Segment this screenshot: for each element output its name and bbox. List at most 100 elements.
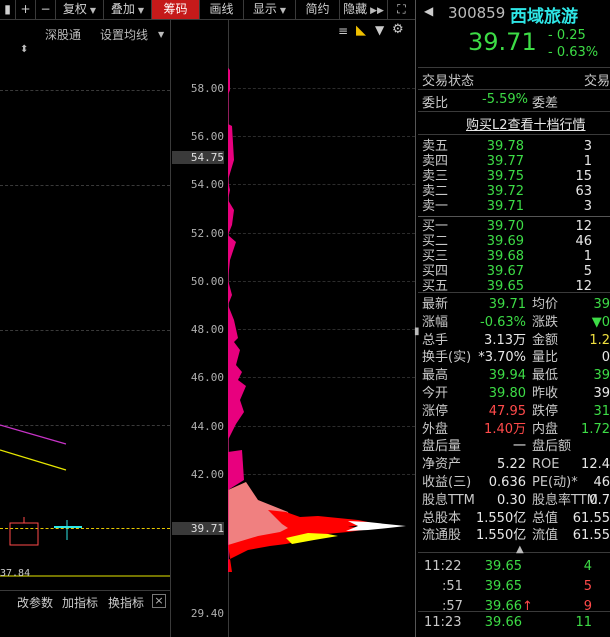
- ma-line-magenta: [0, 424, 67, 445]
- price-tick: 42.00: [190, 468, 224, 481]
- stat-label: 净资产: [422, 457, 462, 473]
- prev-stock-icon[interactable]: ◀: [424, 4, 433, 18]
- stock-code: 300859: [448, 4, 506, 22]
- stat-label: 流值: [532, 528, 559, 544]
- high-price-tick: 54.75: [172, 151, 224, 164]
- current-price-tick: 39.71: [172, 522, 224, 535]
- stat-value: 0.7: [589, 492, 610, 508]
- stat-row: 最高 39.94 最低 39: [418, 367, 610, 385]
- stat-label: 盘后量: [422, 439, 462, 455]
- stat-label: 总手: [422, 332, 449, 348]
- stat-row: 总股本 1.550亿 总值 61.55: [418, 510, 610, 528]
- stat-value: 0.30: [497, 492, 526, 508]
- price-tick: 48.00: [190, 323, 224, 336]
- stat-value: 47.95: [488, 403, 526, 419]
- stat-value: 3.13万: [484, 332, 526, 348]
- divider: [418, 552, 610, 553]
- collapse-icon[interactable]: ▲: [516, 544, 524, 555]
- stat-row: 换手(实) *3.70% 量比 0: [418, 349, 610, 367]
- hide-label: 隐藏: [343, 2, 368, 16]
- ma-line-yellow: [0, 449, 67, 471]
- divider: [418, 216, 610, 217]
- edit-params-button[interactable]: 改参数: [17, 594, 53, 611]
- stat-label: 昨收: [532, 386, 559, 401]
- current-price: 39.71: [468, 28, 537, 56]
- l2-upgrade-link[interactable]: 购买L2查看十档行情: [466, 114, 586, 133]
- add-indicator-button[interactable]: 加指标: [62, 594, 98, 611]
- stat-row: 收益(三) 0.636 PE(动)* 46: [418, 474, 610, 492]
- level-label: 买五: [422, 279, 449, 294]
- sell-level-row[interactable]: 卖一 39.71 3: [418, 198, 610, 216]
- level-price: 39.65: [486, 279, 524, 294]
- stat-value: ▼0: [591, 314, 610, 330]
- level-volume: 12: [575, 279, 592, 294]
- weibi-label: 委比: [422, 96, 449, 111]
- stat-label: 总股本: [422, 510, 462, 526]
- overlay-label: 叠加: [110, 2, 135, 16]
- stat-label: 最新: [422, 297, 449, 312]
- chip-button[interactable]: 筹码: [152, 0, 200, 19]
- chip-distribution-svg: [228, 68, 406, 572]
- panel-icon[interactable]: ▮: [0, 0, 16, 19]
- draw-line-button[interactable]: 画线: [200, 0, 244, 19]
- price-tick: 54.00: [190, 178, 224, 191]
- fullscreen-icon[interactable]: ⛶: [388, 0, 415, 19]
- divider: [418, 611, 610, 612]
- price-tick: 29.40: [190, 607, 224, 620]
- quote-panel: ◀ 300859 西域旅游 39.71 - 0.25 - 0.63% 交易状态 …: [414, 0, 610, 637]
- stat-value: 1.550亿: [476, 510, 527, 526]
- draw-line-label: 画线: [209, 2, 234, 16]
- stat-value: 1.72: [581, 421, 610, 437]
- expand-handle-icon[interactable]: ▮: [414, 326, 420, 337]
- stat-row: 最新 39.71 均价 39: [418, 296, 610, 314]
- divider: [418, 111, 610, 112]
- chevron-down-icon: ▼: [279, 6, 287, 15]
- stat-label: 盘后额: [532, 439, 572, 455]
- tick-volume: 4: [583, 559, 592, 574]
- stock-name: 西域旅游: [510, 7, 578, 27]
- stat-label: 换手(实): [422, 350, 472, 366]
- tick-time: :51: [442, 579, 463, 594]
- tick-row: :51 39.65 5: [418, 578, 610, 596]
- zoom-out-button[interactable]: −: [36, 0, 56, 19]
- chevron-down-icon: ▼: [137, 6, 145, 15]
- stat-row: 涨幅 -0.63% 涨跌 ▼0: [418, 314, 610, 332]
- stat-row: 股息TTM 0.30 股息率TTM 0.7: [418, 492, 610, 510]
- stat-value: 1.40万: [484, 421, 526, 437]
- price-change: - 0.25: [548, 28, 586, 43]
- switch-indicator-button[interactable]: 换指标: [108, 594, 144, 611]
- weicha-label: 委差: [532, 96, 559, 111]
- tick-volume: 11: [575, 615, 592, 630]
- fast-forward-icon: ▶▶: [370, 6, 384, 16]
- fuquan-menu[interactable]: 复权 ▼: [56, 0, 104, 19]
- close-icon[interactable]: ×: [152, 594, 166, 608]
- stat-label: 总值: [532, 510, 559, 526]
- simple-button[interactable]: 简约: [296, 0, 340, 19]
- zoom-in-button[interactable]: +: [16, 0, 36, 19]
- stat-value: 39.80: [488, 386, 526, 401]
- stat-label: 今开: [422, 386, 449, 401]
- level-price: 39.71: [486, 199, 524, 214]
- trade-status-label: 交易状态: [422, 74, 475, 89]
- display-menu[interactable]: 显示 ▼: [244, 0, 296, 19]
- divider: [418, 67, 610, 68]
- stat-row: 今开 39.80 昨收 39: [418, 385, 610, 403]
- stat-value: 39.71: [488, 297, 526, 312]
- stat-row: 净资产 5.22 ROE 12.4: [418, 456, 610, 474]
- overlay-menu[interactable]: 叠加 ▼: [104, 0, 152, 19]
- hide-button[interactable]: 隐藏 ▶▶: [340, 0, 388, 19]
- tick-price: 39.65: [484, 559, 522, 574]
- stat-label: 最高: [422, 368, 449, 384]
- stat-value: 12.4: [581, 457, 610, 473]
- candle-red: [9, 522, 39, 546]
- stat-label: PE(动)*: [532, 475, 578, 490]
- level-volume: 3: [583, 199, 592, 214]
- chevron-down-icon: ▼: [89, 6, 97, 15]
- price-tick: 58.00: [190, 82, 224, 95]
- divider: [170, 20, 171, 637]
- stat-label: 内盘: [532, 421, 559, 437]
- kline-svg: [0, 424, 170, 577]
- price-change-pct: - 0.63%: [548, 45, 599, 60]
- level-label: 卖一: [422, 199, 449, 214]
- buy-level-row[interactable]: 买五 39.65 12: [418, 278, 610, 296]
